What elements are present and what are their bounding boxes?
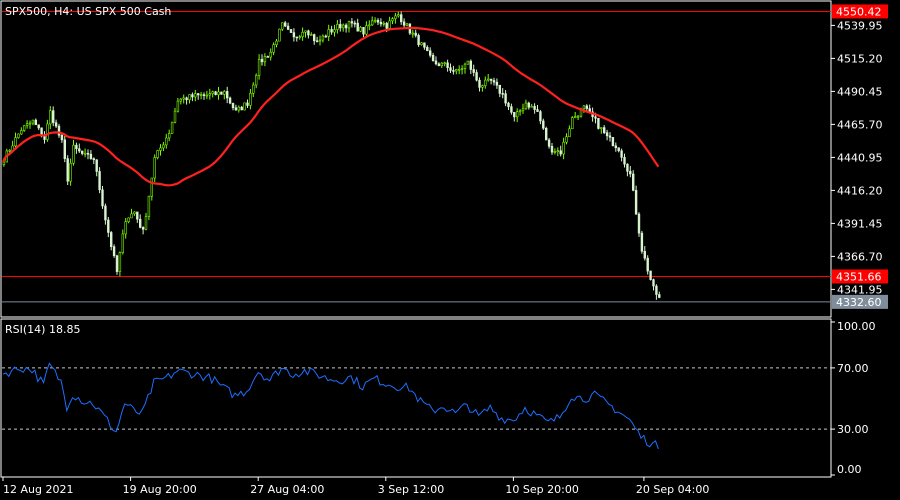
trading-chart[interactable]: 4550.42 4351.66 4332.60 4539.95 4515.20 4490…: [0, 0, 900, 500]
rsi-tick-label: 100.00: [837, 320, 876, 333]
price-tick-label: 4515.20: [837, 52, 883, 65]
price-tick-label: 4416.20: [837, 184, 883, 197]
current-price-label: 4332.60: [836, 296, 882, 309]
candle: [278, 28, 281, 42]
candle: [220, 91, 223, 95]
time-tick-label: 3 Sep 12:00: [378, 483, 444, 496]
candle: [147, 195, 151, 220]
candle: [170, 121, 174, 134]
time-tick-label: 12 Aug 2021: [3, 483, 73, 496]
chart-title: SPX500, H4: US SPX 500 Cash: [5, 5, 171, 18]
rsi-label: RSI(14) 18.85: [5, 323, 80, 336]
price-tick-label: 4539.95: [837, 19, 883, 32]
candle: [637, 212, 641, 237]
time-tick-label: 19 Aug 20:00: [123, 483, 197, 496]
candle: [153, 154, 156, 183]
candle: [243, 102, 246, 111]
rsi-tick-label: 0.00: [837, 463, 862, 476]
price-level-label: 4351.66: [836, 270, 882, 283]
candle: [597, 117, 600, 130]
rsi-tick-label: 70.00: [837, 362, 869, 375]
candle: [112, 244, 116, 258]
candle: [66, 155, 69, 186]
rsi-tick-label: 30.00: [837, 423, 869, 436]
candle: [611, 137, 615, 147]
candle: [466, 60, 470, 65]
price-level-label: 4550.42: [836, 5, 882, 18]
candle: [640, 230, 644, 254]
candle: [649, 270, 652, 281]
time-tick-label: 10 Sep 20:00: [505, 483, 578, 496]
price-tick-label: 4490.45: [837, 85, 883, 98]
price-tick-label: 4440.95: [837, 151, 883, 164]
price-tick-label: 4391.45: [837, 217, 883, 230]
price-tick-label: 4366.70: [837, 250, 883, 263]
candle: [289, 29, 293, 33]
time-tick-label: 27 Aug 04:00: [250, 483, 324, 496]
candle: [115, 254, 119, 275]
price-tick-label: 4465.70: [837, 118, 883, 131]
candle: [63, 136, 67, 163]
candle: [544, 126, 548, 141]
price-tick-label: 4341.95: [837, 283, 883, 296]
price-panel[interactable]: [0, 0, 832, 318]
candle: [214, 90, 217, 96]
time-tick-label: 20 Sep 04:00: [636, 483, 709, 496]
candle: [417, 33, 420, 47]
candle: [571, 116, 574, 130]
